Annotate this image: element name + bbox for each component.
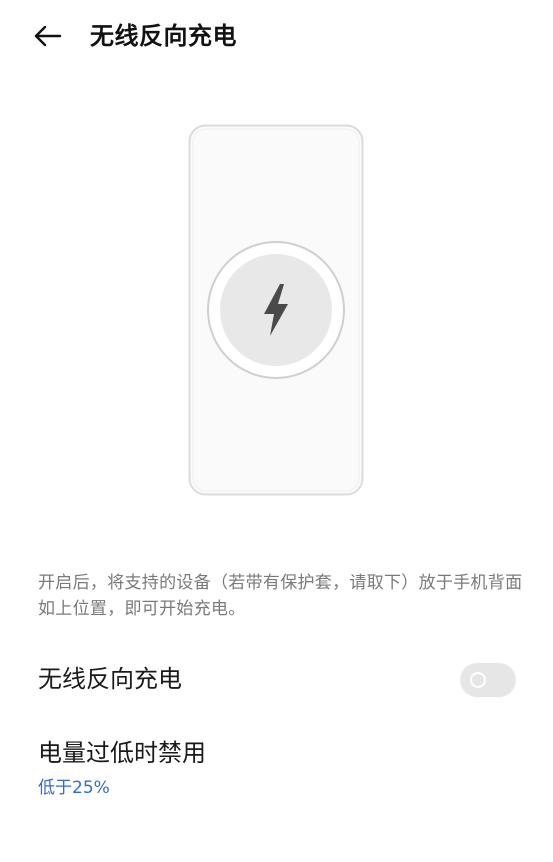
reverse-charging-label: 无线反向充电 bbox=[38, 665, 182, 693]
low-battery-threshold-value: 低于25% bbox=[38, 778, 110, 798]
back-button[interactable] bbox=[30, 20, 66, 52]
reverse-charging-toggle[interactable] bbox=[460, 663, 516, 697]
arrow-left-icon bbox=[34, 25, 62, 47]
low-battery-disable-label: 电量过低时禁用 bbox=[38, 739, 206, 767]
app-header: 无线反向充电 bbox=[0, 0, 553, 72]
reverse-charging-row[interactable]: 无线反向充电 bbox=[38, 656, 516, 704]
instruction-text: 开启后，将支持的设备（若带有保护套，请取下）放于手机背面如上位置，即可开始充电。 bbox=[38, 573, 523, 619]
page-title: 无线反向充电 bbox=[90, 22, 237, 50]
toggle-knob bbox=[470, 672, 486, 688]
charging-illustration bbox=[188, 124, 364, 496]
low-battery-disable-row[interactable]: 电量过低时禁用 低于25% bbox=[38, 734, 516, 804]
